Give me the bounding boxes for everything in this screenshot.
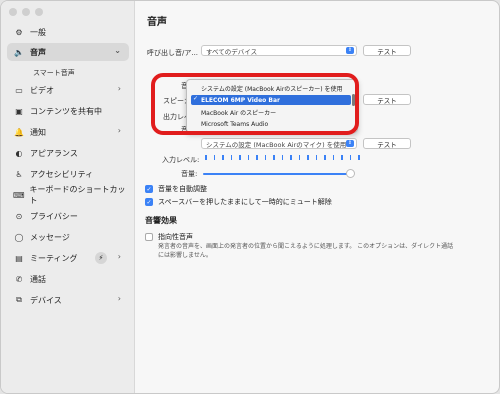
sidebar-item-label: ビデオ	[30, 85, 54, 95]
chevron-right-icon: ›	[117, 84, 121, 93]
input-level-label: 入力レベル:	[162, 156, 200, 164]
directional-audio-description: 発言者の音声を、画面上の発言者の位置から聞こえるように処理します。 このオプショ…	[158, 243, 454, 259]
sidebar-item-label: コンテンツを共有中	[30, 106, 102, 116]
sidebar-item-phone[interactable]: ✆ 通話	[7, 270, 129, 288]
close-button[interactable]	[9, 8, 17, 16]
gear-icon: ⚙	[15, 27, 23, 37]
sidebar: ⚙ 一般 🔈 音声 ⌄ スマート音声 ▭ ビデオ › ▣ コンテンツを共有中 🔔…	[1, 1, 135, 393]
sidebar-item-notifications[interactable]: 🔔 通知 ›	[7, 123, 129, 141]
chevron-updown-icon: ⇕	[346, 140, 354, 147]
chevron-down-icon: ⌄	[114, 46, 121, 55]
chevron-right-icon: ›	[117, 126, 121, 135]
minimize-button[interactable]	[22, 8, 30, 16]
sidebar-item-label: デバイス	[30, 295, 62, 305]
chevron-updown-icon: ⇕	[346, 47, 354, 54]
meeting-icon: ▤	[15, 253, 23, 263]
sidebar-item-label: 通話	[30, 274, 46, 284]
share-screen-icon: ▣	[15, 106, 23, 116]
microphone-select-value: システムの設定 (MacBook Airのマイク) を使用	[206, 140, 347, 149]
sidebar-item-keyboard-shortcuts[interactable]: ⌨ キーボードのショートカット	[7, 185, 129, 205]
sidebar-item-messages[interactable]: ◯ メッセージ	[7, 228, 129, 246]
checkmark-icon: ✓	[145, 198, 153, 206]
sidebar-item-label: 一般	[30, 27, 46, 37]
spacebar-unmute-checkbox[interactable]: ✓ スペースバーを押したままにして一時的にミュート解除	[145, 197, 332, 207]
sidebar-item-label: キーボードのショートカット	[29, 185, 126, 205]
sidebar-item-general[interactable]: ⚙ 一般	[7, 23, 129, 41]
settings-window: ⚙ 一般 🔈 音声 ⌄ スマート音声 ▭ ビデオ › ▣ コンテンツを共有中 🔔…	[0, 0, 500, 394]
zoom-button[interactable]	[35, 8, 43, 16]
sidebar-item-label: プライバシー	[30, 211, 78, 221]
sidebar-item-label: 通知	[30, 127, 46, 137]
sidebar-item-label: アクセシビリティ	[30, 169, 94, 179]
input-level-meter	[205, 155, 360, 160]
accessibility-icon: ♿	[15, 169, 23, 179]
main-panel: 音声 呼び出し音/ア... すべてのデバイス ⇕ テスト スピーカー テスト 出…	[135, 1, 499, 393]
microphone-select[interactable]: システムの設定 (MacBook Airのマイク) を使用 ⇕	[201, 138, 357, 149]
audio-effects-heading: 音響効果	[145, 216, 177, 225]
input-volume-fill	[203, 173, 351, 175]
sidebar-item-video[interactable]: ▭ ビデオ ›	[7, 81, 129, 99]
lightning-icon: ⚡	[95, 252, 107, 264]
ringtone-select[interactable]: すべてのデバイス ⇕	[201, 45, 357, 56]
microphone-test-button[interactable]: テスト	[363, 138, 411, 149]
devices-icon: ⧉	[16, 295, 22, 304]
annotation-highlight-ring	[151, 73, 359, 135]
sidebar-item-devices[interactable]: ⧉ デバイス ›	[7, 291, 129, 309]
speaker-test-button[interactable]: テスト	[363, 94, 411, 105]
chevron-right-icon: ›	[117, 252, 121, 261]
appearance-icon: ◐	[15, 148, 23, 158]
window-controls	[9, 8, 43, 16]
keyboard-icon: ⌨	[13, 190, 25, 200]
sidebar-item-meetings[interactable]: ▤ ミーティング ⚡ ›	[7, 249, 129, 267]
sidebar-item-label: メッセージ	[30, 232, 70, 242]
ringtone-test-button[interactable]: テスト	[363, 45, 411, 56]
sidebar-item-label: ミーティング	[30, 253, 78, 263]
sidebar-item-label: 音声	[30, 47, 46, 57]
sidebar-subitem-smart-audio[interactable]: スマート音声	[33, 68, 75, 78]
bell-icon: 🔔	[14, 127, 24, 137]
auto-adjust-checkbox[interactable]: ✓ 音量を自動調整	[145, 184, 207, 194]
sidebar-item-privacy[interactable]: ⊙ プライバシー	[7, 207, 129, 225]
checkmark-icon: ✓	[145, 185, 153, 193]
sidebar-item-share-content[interactable]: ▣ コンテンツを共有中	[7, 102, 129, 120]
speaker-icon: 🔈	[14, 47, 24, 57]
directional-audio-checkbox[interactable]: 指向性音声	[145, 232, 193, 242]
message-icon: ◯	[14, 232, 24, 242]
input-volume-label: 音量:	[181, 170, 198, 178]
chevron-right-icon: ›	[117, 294, 121, 303]
privacy-icon: ⊙	[15, 211, 23, 221]
sidebar-item-label: アピアランス	[30, 148, 78, 158]
sidebar-item-accessibility[interactable]: ♿ アクセシビリティ	[7, 165, 129, 183]
page-title: 音声	[147, 17, 167, 28]
video-icon: ▭	[15, 85, 23, 95]
ringtone-label: 呼び出し音/ア...	[147, 49, 199, 57]
directional-audio-label: 指向性音声	[158, 233, 193, 241]
auto-adjust-label: 音量を自動調整	[158, 185, 207, 193]
sidebar-item-audio[interactable]: 🔈 音声 ⌄	[7, 43, 129, 61]
phone-icon: ✆	[15, 274, 23, 284]
sidebar-item-appearance[interactable]: ◐ アピアランス	[7, 144, 129, 162]
spacebar-unmute-label: スペースバーを押したままにして一時的にミュート解除	[158, 198, 332, 206]
input-volume-slider[interactable]	[346, 169, 355, 178]
ringtone-select-value: すべてのデバイス	[206, 47, 258, 56]
